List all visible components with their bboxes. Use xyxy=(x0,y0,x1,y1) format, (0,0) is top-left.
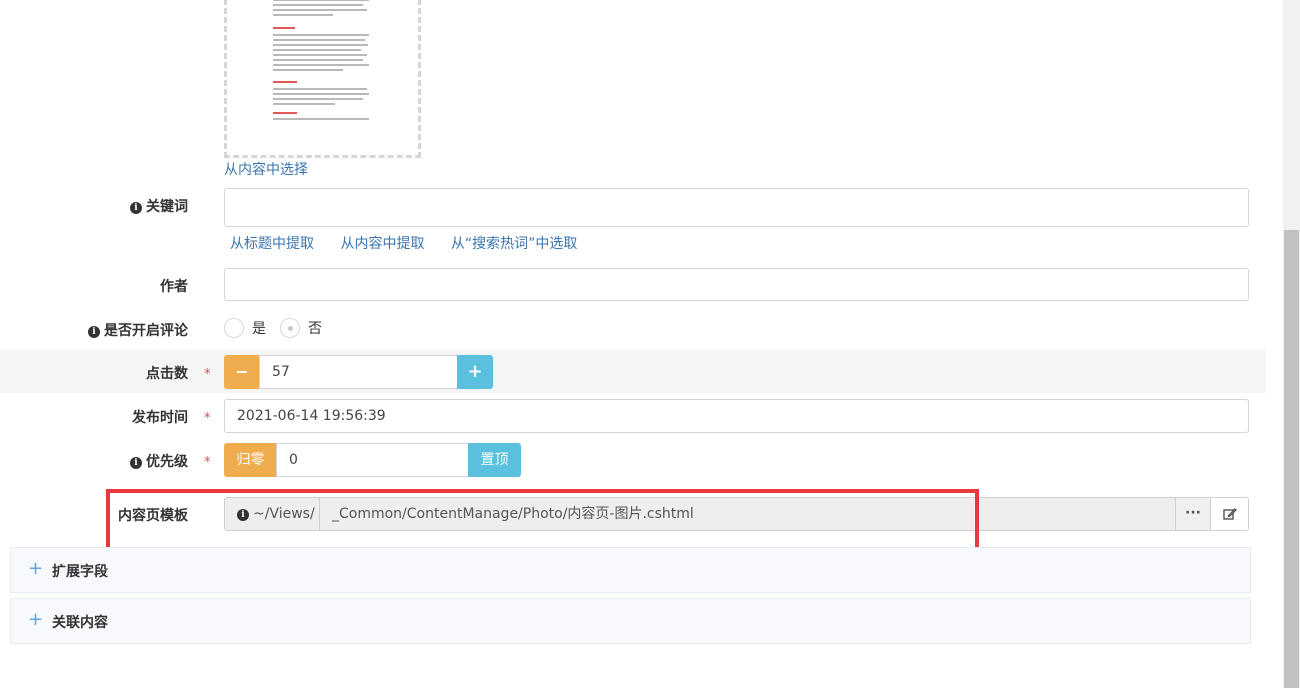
keywords-input[interactable] xyxy=(224,188,1249,227)
priority-input[interactable]: 0 xyxy=(276,443,469,477)
edit-icon xyxy=(1223,508,1237,520)
extract-from-content-link[interactable]: 从内容中提取 xyxy=(340,236,424,252)
publish-time-label: 发布时间 xyxy=(132,410,188,426)
panel-title: 关联内容 xyxy=(52,615,108,631)
edit-template-button[interactable] xyxy=(1210,497,1249,531)
priority-label: i 优先级 xyxy=(0,451,188,471)
choose-from-content-link[interactable]: 从内容中选择 xyxy=(224,159,308,179)
info-icon: i xyxy=(130,457,142,469)
expand-icon: + xyxy=(28,609,44,630)
clicks-row-highlight xyxy=(0,350,1266,393)
decrement-button[interactable]: − xyxy=(224,355,260,389)
panel-extended-fields[interactable]: + 扩展字段 xyxy=(10,547,1251,593)
scrollbar-thumb[interactable] xyxy=(1284,230,1299,688)
comments-yes-radio[interactable] xyxy=(224,318,244,338)
thumbnail-preview[interactable] xyxy=(224,0,421,158)
author-input[interactable] xyxy=(224,268,1249,301)
extract-from-title-link[interactable]: 从标题中提取 xyxy=(230,236,314,252)
required-mark: * xyxy=(204,411,211,426)
panel-title: 扩展字段 xyxy=(52,564,108,580)
required-mark: * xyxy=(204,455,211,470)
keyword-extract-links: 从标题中提取 从内容中提取 从“搜索热词”中选取 xyxy=(230,233,599,253)
document-preview-image xyxy=(273,0,373,130)
choose-from-hot-search-link[interactable]: 从“搜索热词”中选取 xyxy=(451,236,578,252)
clicks-input[interactable]: 57 xyxy=(259,355,458,389)
comments-label: i 是否开启评论 xyxy=(0,320,188,340)
comments-no-radio[interactable] xyxy=(280,318,300,338)
info-icon: i xyxy=(88,326,100,338)
pin-to-top-button[interactable]: 置顶 xyxy=(468,443,521,477)
clicks-label: 点击数 xyxy=(146,366,188,382)
browse-template-button[interactable]: ··· xyxy=(1175,497,1211,531)
keywords-label: i 关键词 xyxy=(0,196,188,216)
reset-priority-button[interactable]: 归零 xyxy=(224,443,277,477)
panel-related-content[interactable]: + 关联内容 xyxy=(10,598,1251,644)
comments-radio-group: 是否 xyxy=(224,318,336,338)
increment-button[interactable]: + xyxy=(457,355,493,389)
author-label: 作者 xyxy=(160,279,188,295)
info-icon: i xyxy=(130,202,142,214)
required-mark: * xyxy=(204,367,211,382)
publish-time-input[interactable]: 2021-06-14 19:56:39 xyxy=(224,399,1249,433)
expand-icon: + xyxy=(28,558,44,579)
